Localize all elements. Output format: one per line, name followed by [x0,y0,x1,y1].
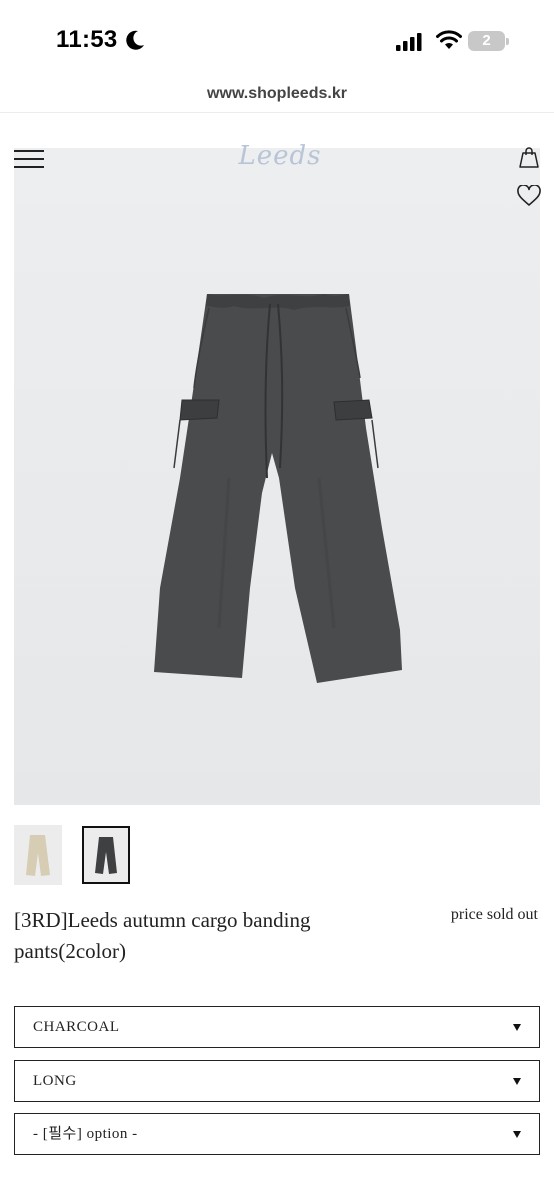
charcoal-pants-image [14,148,540,805]
color-select[interactable]: CHARCOAL [14,1006,540,1048]
url-bar[interactable]: www.shopleeds.kr [0,80,554,108]
heart-icon[interactable] [517,185,541,207]
signal-icon [396,33,422,51]
url-text: www.shopleeds.kr [207,85,347,102]
beige-pants-thumbnail-image [14,825,62,885]
price-status: price sold out [450,906,538,923]
chevron-down-icon [513,1078,521,1085]
battery-level: 2 [482,32,491,49]
length-select[interactable]: LONG [14,1060,540,1102]
option-select-value: - [필수] option - [33,1126,138,1142]
shopping-bag-icon[interactable] [517,145,541,169]
site-logo[interactable]: Leeds [230,141,330,171]
status-bar: 11:53 2 [0,0,554,80]
product-title: [3RD]Leeds autumn cargo banding pants(2c… [14,908,311,963]
length-select-value: LONG [33,1073,77,1089]
thumbnail-charcoal[interactable] [82,826,130,884]
moon-icon [126,30,144,50]
menu-icon[interactable] [14,150,44,168]
option-select[interactable]: - [필수] option - [14,1113,540,1155]
product-hero-image[interactable] [14,148,540,805]
wifi-icon [436,30,462,49]
battery-icon: 2 [468,31,510,51]
charcoal-pants-thumbnail-image [84,828,128,882]
color-select-value: CHARCOAL [33,1019,120,1035]
url-divider [0,112,554,113]
chevron-down-icon [513,1024,521,1031]
chevron-down-icon [513,1131,521,1138]
status-time: 11:53 [56,26,118,53]
thumbnail-beige[interactable] [14,825,62,885]
